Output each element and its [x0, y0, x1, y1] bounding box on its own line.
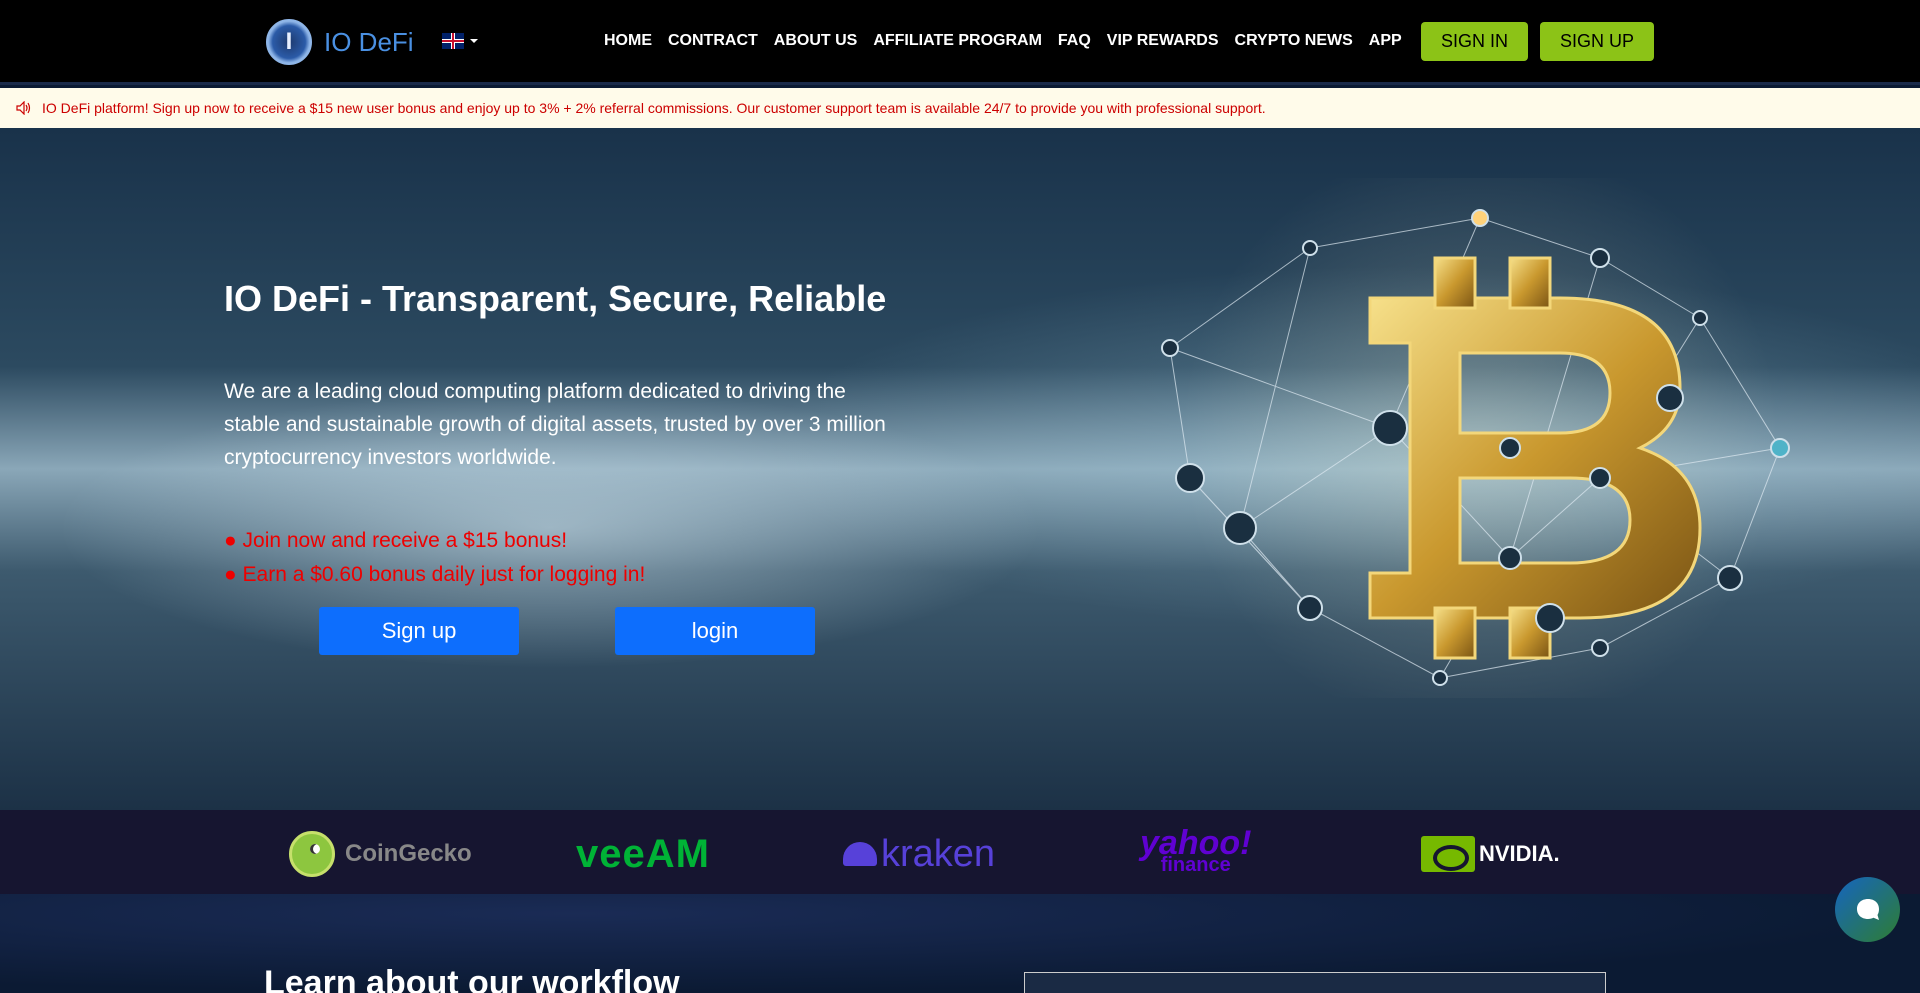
- speaker-icon: [16, 101, 31, 115]
- nav-about-us[interactable]: ABOUT US: [774, 32, 858, 50]
- kraken-logo: kraken: [843, 832, 995, 876]
- workflow-title: Learn about our workflow: [264, 964, 680, 993]
- sign-in-button[interactable]: SIGN IN: [1421, 22, 1528, 61]
- bonus-item: ● Join now and receive a $15 bonus!: [224, 529, 568, 552]
- hero-banner: IO DeFi - Transparent, Secure, Reliable …: [0, 128, 1920, 810]
- kraken-icon: [843, 842, 877, 866]
- uk-flag-icon: [442, 33, 464, 49]
- chevron-down-icon: [470, 39, 478, 43]
- hero-title: IO DeFi - Transparent, Secure, Reliable: [224, 278, 887, 319]
- nav-faq[interactable]: FAQ: [1058, 32, 1091, 50]
- kraken-label: kraken: [881, 832, 996, 875]
- language-selector[interactable]: [442, 33, 478, 49]
- nvidia-label: NVIDIA.: [1479, 841, 1560, 866]
- announcement-text: IO DeFi platform! Sign up now to receive…: [42, 100, 1266, 116]
- nvidia-eye-icon: [1421, 836, 1475, 872]
- hero-login-button[interactable]: login: [615, 607, 815, 655]
- nav-app[interactable]: APP: [1369, 32, 1402, 50]
- brand-logo[interactable]: I IO DeFi: [266, 19, 414, 65]
- gecko-icon: [289, 831, 335, 877]
- brand-name: IO DeFi: [324, 26, 414, 57]
- bonus-item: ● Earn a $0.60 bonus daily just for logg…: [224, 563, 646, 586]
- bitcoin-network-illustration: [1161, 178, 1790, 698]
- yahoo-finance-logo: yahoo! finance: [1140, 826, 1251, 882]
- nav-vip-rewards[interactable]: VIP REWARDS: [1107, 32, 1219, 50]
- workflow-section: Learn about our workflow: [0, 894, 1920, 993]
- nav-crypto-news[interactable]: CRYPTO NEWS: [1235, 32, 1353, 50]
- live-chat-button[interactable]: [1835, 877, 1900, 942]
- main-nav: HOME CONTRACT ABOUT US AFFILIATE PROGRAM…: [604, 32, 1402, 50]
- logo-icon: I: [266, 19, 312, 65]
- partner-logos: CoinGecko veeAM kraken yahoo! finance NV…: [0, 810, 1920, 894]
- announcement-bar: IO DeFi platform! Sign up now to receive…: [0, 88, 1920, 128]
- hero-signup-button[interactable]: Sign up: [319, 607, 519, 655]
- veeam-label: veeAM: [576, 831, 710, 876]
- bonus-list: ● Join now and receive a $15 bonus! ● Ea…: [224, 524, 645, 592]
- top-navbar: I IO DeFi HOME CONTRACT ABOUT US AFFILIA…: [0, 0, 1920, 85]
- coingecko-label: CoinGecko: [345, 840, 472, 867]
- yahoo-label: yahoo!: [1140, 824, 1252, 862]
- sign-up-button[interactable]: SIGN UP: [1540, 22, 1654, 61]
- hero-description: We are a leading cloud computing platfor…: [224, 380, 886, 469]
- nav-contract[interactable]: CONTRACT: [668, 32, 758, 50]
- workflow-media[interactable]: [1024, 972, 1606, 993]
- nav-affiliate-program[interactable]: AFFILIATE PROGRAM: [873, 32, 1042, 50]
- nav-home[interactable]: HOME: [604, 32, 652, 50]
- veeam-logo: veeAM: [576, 832, 710, 876]
- nvidia-logo: NVIDIA.: [1421, 832, 1560, 876]
- coingecko-logo: CoinGecko: [289, 831, 472, 877]
- chat-bubble-icon: [1856, 898, 1879, 920]
